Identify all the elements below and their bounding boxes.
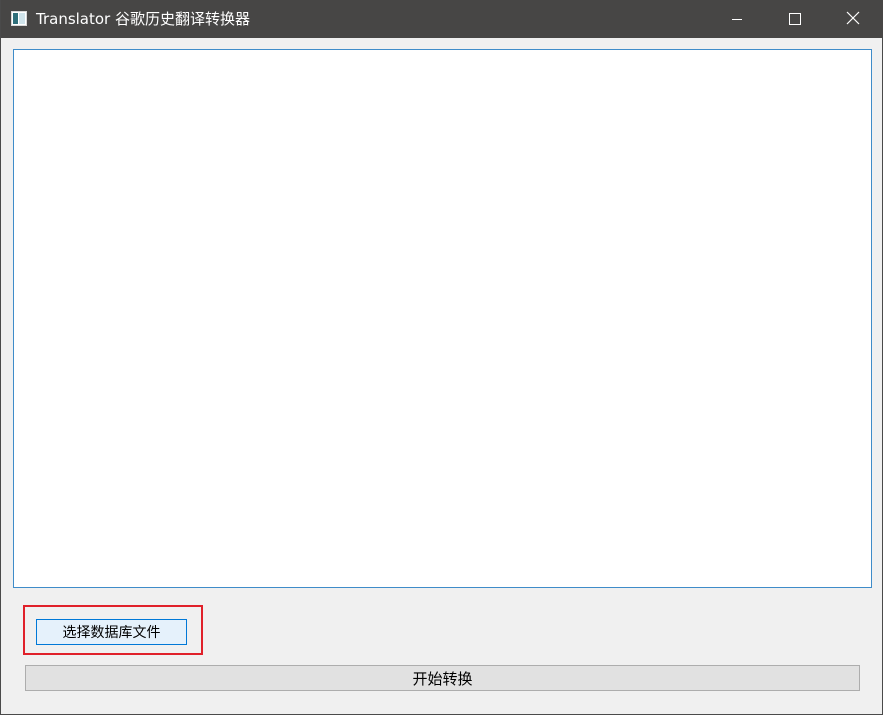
title-bar[interactable]: Translator 谷歌历史翻译转换器 [1, 0, 883, 38]
maximize-button[interactable] [766, 0, 824, 38]
start-convert-button[interactable]: 开始转换 [25, 665, 860, 691]
minimize-button[interactable] [708, 0, 766, 38]
app-window: Translator 谷歌历史翻译转换器 选择数据库文件 开始转换 [0, 0, 883, 715]
minimize-icon [731, 10, 743, 29]
app-window-icon [11, 11, 27, 26]
window-title: Translator 谷歌历史翻译转换器 [36, 10, 250, 28]
maximize-icon [789, 10, 801, 29]
close-button[interactable] [824, 0, 882, 38]
output-text-area[interactable] [13, 49, 872, 588]
select-database-file-button[interactable]: 选择数据库文件 [36, 619, 187, 645]
close-icon [846, 10, 860, 29]
